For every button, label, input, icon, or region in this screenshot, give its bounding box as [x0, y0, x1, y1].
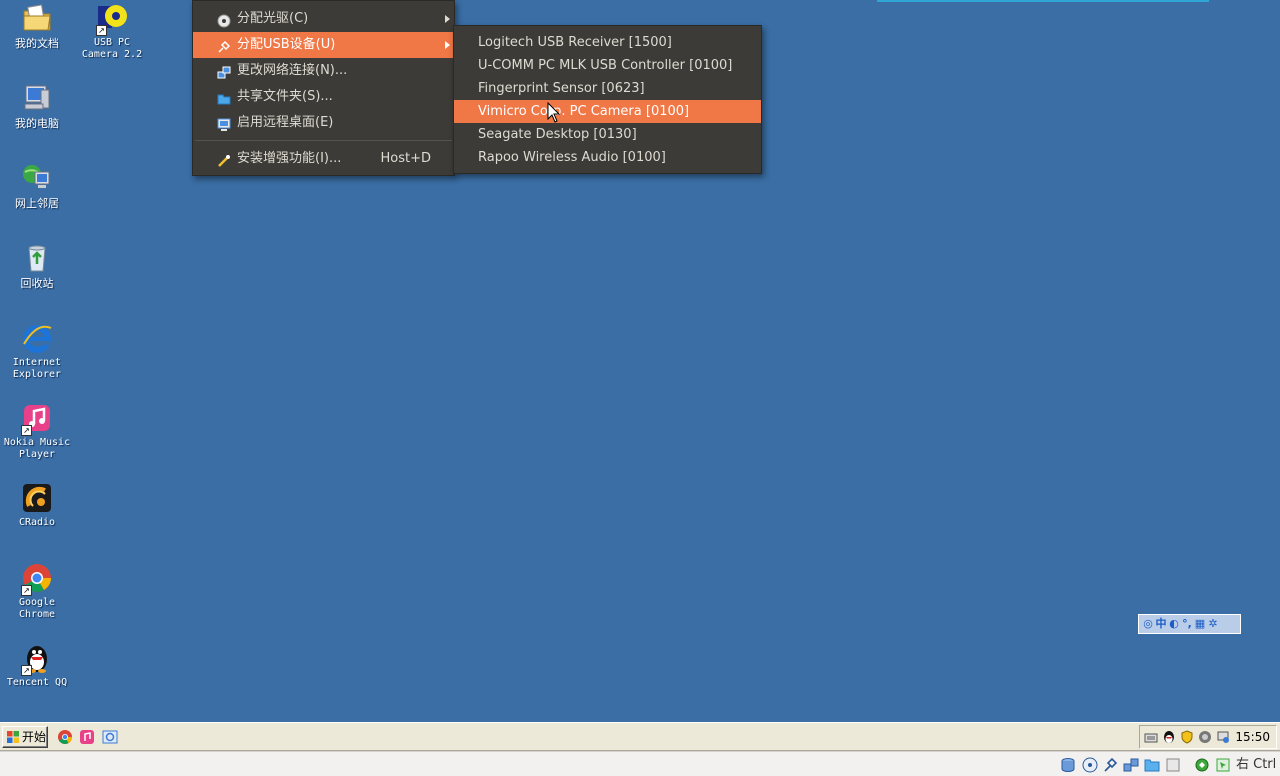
desktop-icon-recycle-bin[interactable]: 回收站	[0, 242, 74, 290]
mouse-cursor-icon	[547, 102, 561, 123]
desktop-icon-nokia-music-player[interactable]: ↗ Nokia Music Player	[0, 402, 74, 461]
camera-app-icon: ↗	[96, 2, 128, 36]
devices-menu: 分配光驱(C) 分配USB设备(U) 更改网络连接(N)... 共享文件夹(S)…	[192, 0, 455, 176]
usb-device-item[interactable]: Fingerprint Sensor [0623]	[454, 77, 761, 100]
usb-devices-submenu: Logitech USB Receiver [1500] U-COMM PC M…	[453, 25, 762, 174]
menu-item-label: 共享文件夹(S)...	[237, 89, 333, 104]
host-key-indicator: 右 Ctrl	[1236, 757, 1277, 772]
desktop-icon-label: Google Chrome	[18, 597, 56, 620]
radio-app-icon	[21, 482, 53, 514]
menu-item-label: 更改网络连接(N)...	[237, 63, 348, 78]
keyboard-tray-icon[interactable]	[1144, 730, 1158, 744]
desktop-icon-network-places[interactable]: 网上邻居	[0, 162, 74, 210]
desktop-icon-cradio[interactable]: CRadio	[0, 482, 74, 529]
chrome-icon: ↗	[21, 562, 53, 596]
virtualbox-status-bar: 右 Ctrl	[0, 751, 1280, 776]
folder-icon	[217, 90, 231, 105]
ime-halfwidth-icon[interactable]: ◐	[1168, 616, 1180, 632]
desktop-icon-label: Nokia Music Player	[3, 437, 71, 460]
install-wand-icon	[217, 152, 231, 167]
menu-item-optical-drive[interactable]: 分配光驱(C)	[193, 6, 454, 32]
desktop-icon-label: Tencent QQ	[6, 677, 68, 688]
usb-device-item-selected[interactable]: Vimicro Corp. PC Camera [0100]	[454, 100, 761, 123]
shortcut-arrow-icon: ↗	[21, 425, 32, 436]
internet-explorer-icon	[21, 322, 53, 354]
shortcut-arrow-icon: ↗	[21, 665, 32, 676]
menu-item-shortcut: Host+D	[380, 151, 431, 166]
taskbar-clock: 15:50	[1235, 730, 1270, 744]
menu-item-network[interactable]: 更改网络连接(N)...	[193, 58, 454, 84]
menu-item-shared-folders[interactable]: 共享文件夹(S)...	[193, 84, 454, 110]
documents-folder-icon	[21, 2, 53, 34]
desktop-icon-my-computer[interactable]: 我的电脑	[0, 82, 74, 130]
hard-disk-icon[interactable]	[1060, 757, 1076, 773]
usb-device-item[interactable]: Seagate Desktop [0130]	[454, 123, 761, 146]
recycle-bin-icon	[21, 242, 53, 274]
display-status-icon[interactable]	[1165, 757, 1181, 773]
menu-separator	[195, 140, 452, 141]
virtualization-status-icon[interactable]	[1194, 757, 1210, 773]
optical-drive-status-icon[interactable]	[1082, 757, 1098, 773]
desktop-quicklaunch-icon[interactable]	[102, 729, 118, 745]
desktop-icon-label: Internet Explorer	[12, 357, 62, 380]
shortcut-arrow-icon: ↗	[21, 585, 32, 596]
optical-disc-icon	[217, 12, 231, 28]
taskbar: 开始 15:50	[0, 722, 1280, 751]
usb-status-icon[interactable]	[1102, 757, 1118, 773]
system-tray: 15:50	[1139, 725, 1277, 749]
shared-folder-status-icon[interactable]	[1144, 757, 1160, 773]
shortcut-arrow-icon: ↗	[96, 25, 107, 36]
ime-keyboard-icon[interactable]: ▦	[1194, 616, 1206, 632]
music-quicklaunch-icon[interactable]	[79, 729, 95, 745]
desktop-icon-usb-pc-camera[interactable]: ↗ USB PC Camera 2.2	[75, 2, 149, 61]
menu-item-remote-desktop[interactable]: 启用远程桌面(E)	[193, 110, 454, 136]
usb-device-item[interactable]: U-COMM PC MLK USB Controller [0100]	[454, 54, 761, 77]
network-globe-icon	[21, 162, 53, 194]
start-button[interactable]: 开始	[2, 726, 48, 748]
menu-item-label: 分配USB设备(U)	[237, 37, 336, 52]
menu-item-install-guest-additions[interactable]: 安装增强功能(I)... Host+D	[193, 146, 454, 172]
qq-penguin-icon: ↗	[21, 642, 53, 676]
desktop-icon-label: CRadio	[18, 517, 56, 528]
windows-logo-icon	[7, 731, 19, 743]
start-button-label: 开始	[22, 730, 47, 744]
menu-item-label: 安装增强功能(I)...	[237, 151, 342, 166]
desktop-icon-label: 网上邻居	[15, 197, 59, 210]
security-shield-icon[interactable]	[1180, 730, 1194, 744]
network-icon	[217, 64, 231, 79]
music-note-icon: ↗	[21, 402, 53, 436]
desktop-icon-label: 我的文档	[15, 37, 59, 50]
usb-device-item[interactable]: Rapoo Wireless Audio [0100]	[454, 146, 761, 169]
ime-settings-icon[interactable]: ✲	[1207, 616, 1219, 632]
computer-icon	[21, 82, 53, 114]
ime-logo-icon[interactable]: ◎	[1142, 616, 1154, 632]
qq-tray-icon[interactable]	[1162, 730, 1176, 744]
menu-item-label: 分配光驱(C)	[237, 11, 309, 26]
desktop-icon-label: 回收站	[20, 277, 54, 290]
desktop-icon-label: USB PC Camera 2.2	[81, 37, 143, 60]
desktop-icon-label: 我的电脑	[15, 117, 59, 130]
usb-device-item[interactable]: Logitech USB Receiver [1500]	[454, 31, 761, 54]
menu-item-usb-devices[interactable]: 分配USB设备(U)	[193, 32, 454, 58]
ime-punctuation-icon[interactable]: °,	[1181, 616, 1193, 632]
ime-toolbar[interactable]: ◎ 中 ◐ °, ▦ ✲	[1138, 614, 1241, 634]
update-tray-icon[interactable]	[1198, 730, 1212, 744]
top-window-edge	[877, 0, 1209, 2]
mouse-integration-icon[interactable]	[1215, 757, 1231, 773]
submenu-arrow-icon	[445, 15, 450, 23]
desktop-icon-internet-explorer[interactable]: Internet Explorer	[0, 322, 74, 381]
submenu-arrow-icon	[445, 41, 450, 49]
usb-plug-icon	[217, 38, 231, 53]
ime-mode-toggle[interactable]: 中	[1155, 616, 1167, 632]
network-tray-icon[interactable]	[1216, 730, 1230, 744]
desktop-icon-my-documents[interactable]: 我的文档	[0, 2, 74, 50]
desktop-icon-google-chrome[interactable]: ↗ Google Chrome	[0, 562, 74, 621]
menu-item-label: 启用远程桌面(E)	[237, 115, 334, 130]
network-status-icon[interactable]	[1123, 757, 1139, 773]
chrome-quicklaunch-icon[interactable]	[57, 729, 73, 745]
desktop-icon-tencent-qq[interactable]: ↗ Tencent QQ	[0, 642, 74, 689]
remote-desktop-icon	[217, 116, 231, 131]
